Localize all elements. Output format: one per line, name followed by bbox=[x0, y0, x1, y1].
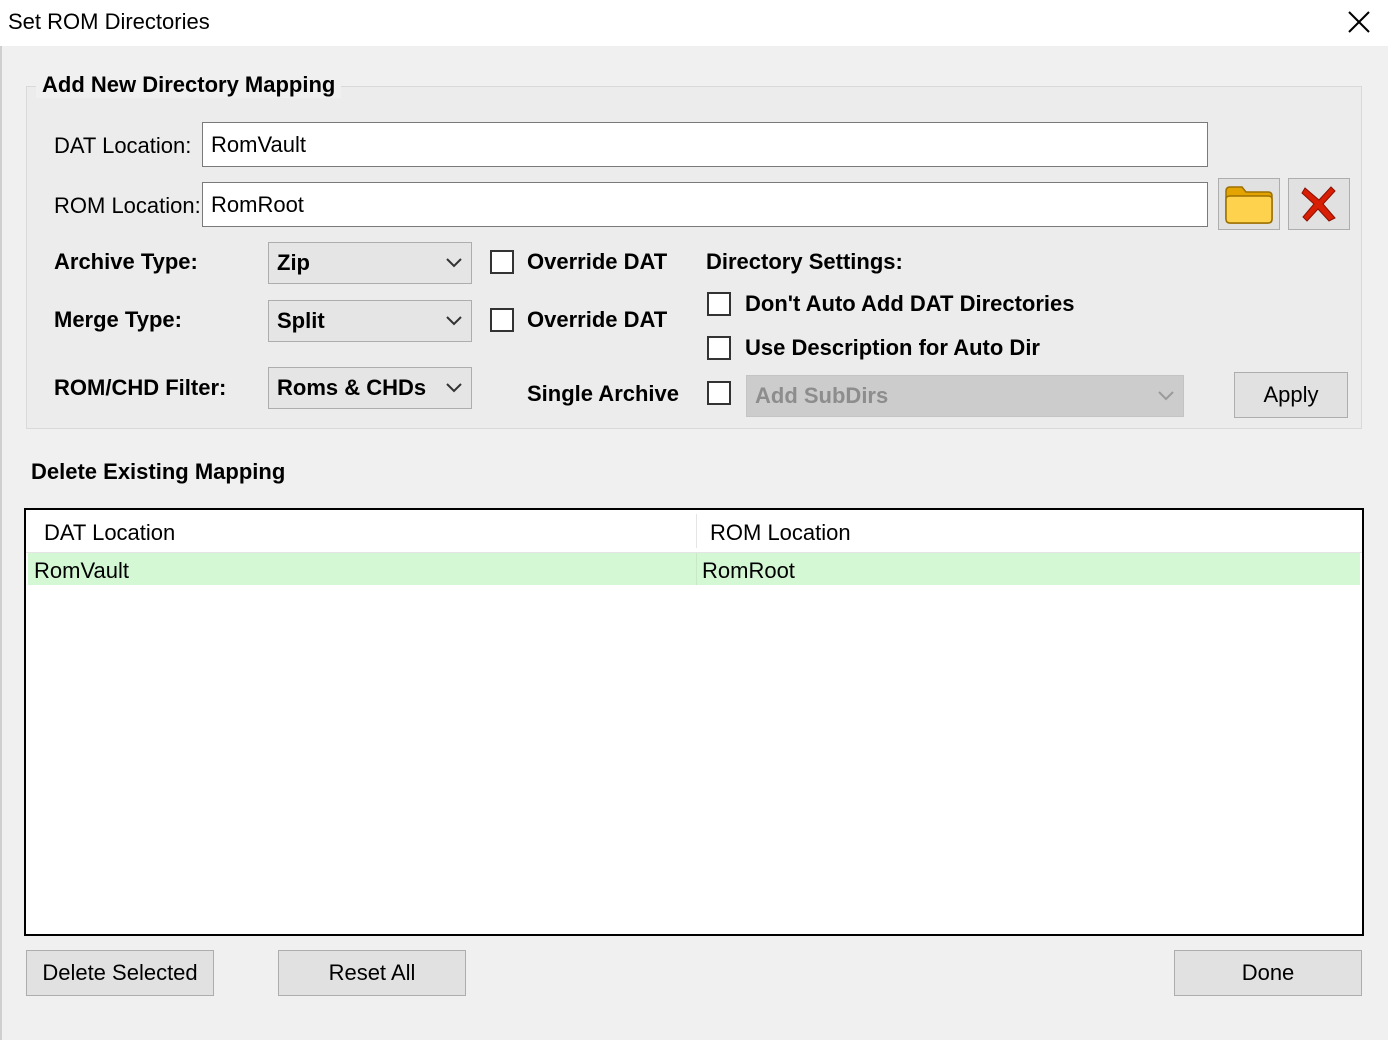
table-row[interactable]: RomVault RomRoot bbox=[28, 553, 1360, 585]
use-description-label: Use Description for Auto Dir bbox=[745, 335, 1040, 360]
subdirs-select[interactable]: Add SubDirs bbox=[746, 375, 1184, 417]
red-x-icon bbox=[1301, 186, 1336, 222]
column-header-dat-location[interactable]: DAT Location bbox=[44, 520, 175, 546]
single-archive-checkbox[interactable] bbox=[707, 381, 731, 405]
delete-selected-button[interactable]: Delete Selected bbox=[26, 950, 214, 996]
dont-auto-add-label: Don't Auto Add DAT Directories bbox=[745, 291, 1075, 316]
add-mapping-title: Add New Directory Mapping bbox=[36, 72, 342, 98]
mapping-list[interactable]: DAT Location ROM Location RomVault RomRo… bbox=[24, 508, 1364, 936]
clear-mapping-button[interactable] bbox=[1288, 178, 1350, 230]
use-description-checkbox[interactable] bbox=[707, 336, 731, 360]
archive-type-value: Zip bbox=[277, 250, 310, 275]
row-rom-location: RomRoot bbox=[702, 558, 795, 583]
window-border bbox=[0, 46, 2, 1040]
rom-chd-filter-value: Roms & CHDs bbox=[277, 375, 427, 400]
dat-location-field[interactable]: RomVault bbox=[202, 122, 1208, 167]
single-archive-label: Single Archive bbox=[527, 381, 680, 406]
rom-chd-filter-select[interactable]: Roms & CHDs bbox=[268, 367, 472, 409]
rom-chd-filter-label: ROM/CHD Filter: bbox=[54, 375, 227, 400]
done-button[interactable]: Done bbox=[1174, 950, 1362, 996]
list-header: DAT Location ROM Location bbox=[26, 510, 1362, 553]
chevron-down-icon bbox=[446, 383, 462, 393]
apply-button[interactable]: Apply bbox=[1234, 372, 1348, 418]
archive-type-label: Archive Type: bbox=[54, 249, 198, 274]
rom-location-field[interactable]: RomRoot bbox=[202, 182, 1208, 227]
row-separator bbox=[696, 553, 697, 585]
window-title: Set ROM Directories bbox=[8, 9, 210, 34]
override-archive-label: Override DAT bbox=[527, 249, 668, 274]
merge-type-value: Split bbox=[277, 308, 325, 333]
directory-settings-label: Directory Settings: bbox=[706, 249, 903, 274]
dat-location-label: DAT Location: bbox=[54, 133, 192, 158]
override-archive-checkbox[interactable] bbox=[490, 250, 514, 274]
chevron-down-icon bbox=[446, 316, 462, 326]
merge-type-label: Merge Type: bbox=[54, 307, 182, 332]
dont-auto-add-checkbox[interactable] bbox=[707, 292, 731, 316]
reset-all-button[interactable]: Reset All bbox=[278, 950, 466, 996]
chevron-down-icon bbox=[446, 258, 462, 268]
merge-type-select[interactable]: Split bbox=[268, 300, 472, 342]
row-dat-location: RomVault bbox=[34, 558, 129, 583]
browse-folder-button[interactable] bbox=[1218, 178, 1280, 230]
chevron-down-icon bbox=[1158, 391, 1174, 401]
delete-mapping-title: Delete Existing Mapping bbox=[31, 459, 286, 484]
override-merge-checkbox[interactable] bbox=[490, 308, 514, 332]
column-separator[interactable] bbox=[696, 514, 697, 548]
folder-icon bbox=[1225, 186, 1273, 224]
subdirs-value: Add SubDirs bbox=[755, 383, 889, 408]
close-button[interactable] bbox=[1336, 2, 1382, 42]
close-icon bbox=[1348, 11, 1370, 33]
archive-type-select[interactable]: Zip bbox=[268, 242, 472, 284]
rom-location-label: ROM Location: bbox=[54, 193, 201, 218]
column-header-rom-location[interactable]: ROM Location bbox=[710, 520, 851, 546]
override-merge-label: Override DAT bbox=[527, 307, 668, 332]
